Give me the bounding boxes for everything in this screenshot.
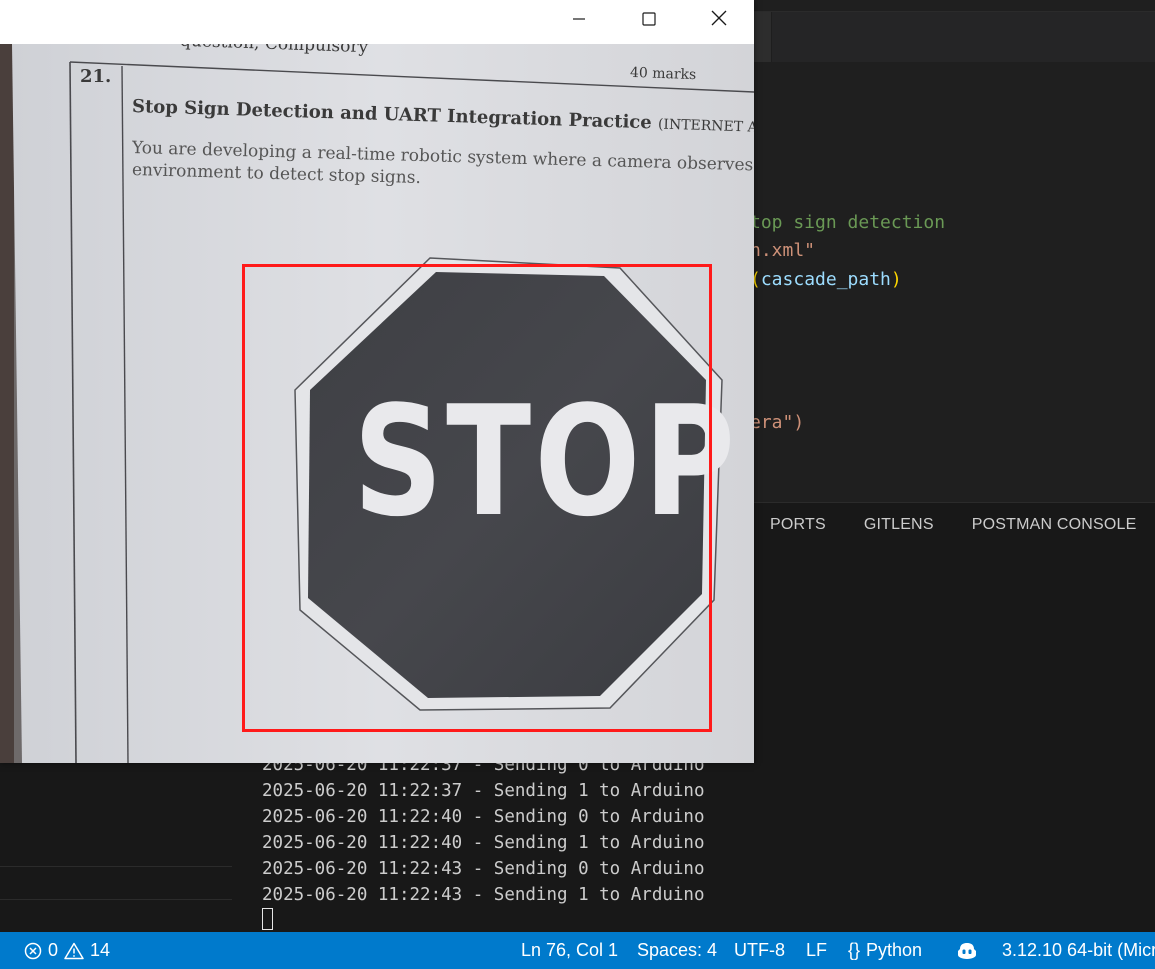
tab-postman-console[interactable]: POSTMAN CONSOLE [972,516,1137,542]
encoding[interactable]: UTF-8 [734,932,785,969]
camera-window[interactable]: question, Compulsory 21. 40 marks Stop S… [0,0,754,763]
question-marks: 40 marks [629,64,697,84]
detection-box [242,264,712,732]
terminal-line: 2025-06-20 11:22:40 - Sending 1 to Ardui… [262,833,705,853]
terminal-cursor [262,908,273,930]
error-icon [24,942,42,960]
language-mode[interactable]: {} Python [848,932,922,969]
camera-window-titlebar[interactable] [0,0,754,44]
language-label: Python [866,940,923,960]
code-identifier: cascade_path [760,269,891,290]
terminal-line: 2025-06-20 11:22:43 - Sending 0 to Ardui… [262,859,705,879]
question-title-suffix: (INTERNET A [657,116,754,136]
code-line-comment: top sign detection [750,212,946,233]
minimize-button[interactable] [544,0,614,40]
sidebar-divider [0,899,232,900]
minimize-icon [572,11,586,30]
vscode-title-area [754,0,1155,12]
end-of-line[interactable]: LF [806,932,827,969]
editor-tab[interactable] [754,12,772,62]
editor-tab-strip [754,12,1155,62]
indentation[interactable]: Spaces: 4 [637,932,717,969]
tab-ports[interactable]: PORTS [770,516,826,542]
close-icon [711,10,727,30]
copilot-icon [956,941,978,961]
terminal-line: 2025-06-20 11:22:40 - Sending 0 to Ardui… [262,807,705,827]
status-bar: 0 14 Ln 76, Col 1 Spaces: 4 UTF-8 LF {} … [0,932,1155,969]
python-interpreter[interactable]: 3.12.10 64-bit (Micr [1002,932,1155,969]
code-line-cascade-file: n.xml" [750,240,816,261]
warning-count: 14 [90,940,111,960]
panel-tab-bar: PORTS GITLENS POSTMAN CONSOLE [770,516,1137,542]
copilot-button[interactable] [956,932,978,969]
sidebar-divider [0,866,232,867]
terminal-output[interactable]: 2025-06-20 11:22:37 - Sending 0 to Ardui… [262,752,705,908]
cursor-position[interactable]: Ln 76, Col 1 [521,932,618,969]
terminal-line: 2025-06-20 11:22:43 - Sending 1 to Ardui… [262,885,705,905]
code-paren-close: ) [890,269,902,290]
braces-icon: {} [848,940,861,960]
maximize-button[interactable] [614,0,684,40]
problems-indicator[interactable]: 0 14 [24,932,110,969]
close-button[interactable] [684,0,754,40]
warning-icon [64,942,84,960]
maximize-icon [642,11,656,30]
question-number: 21. [80,66,112,87]
error-count: 0 [48,940,59,960]
sidebar-sections [0,762,232,932]
tab-gitlens[interactable]: GITLENS [864,516,934,542]
code-line-window-name: era") [750,412,805,433]
code-line-cascade-classifier: (cascade_path) [750,269,902,291]
terminal-line: 2025-06-20 11:22:37 - Sending 1 to Ardui… [262,781,705,801]
screen: top sign detection n.xml" (cascade_path)… [0,0,1155,969]
